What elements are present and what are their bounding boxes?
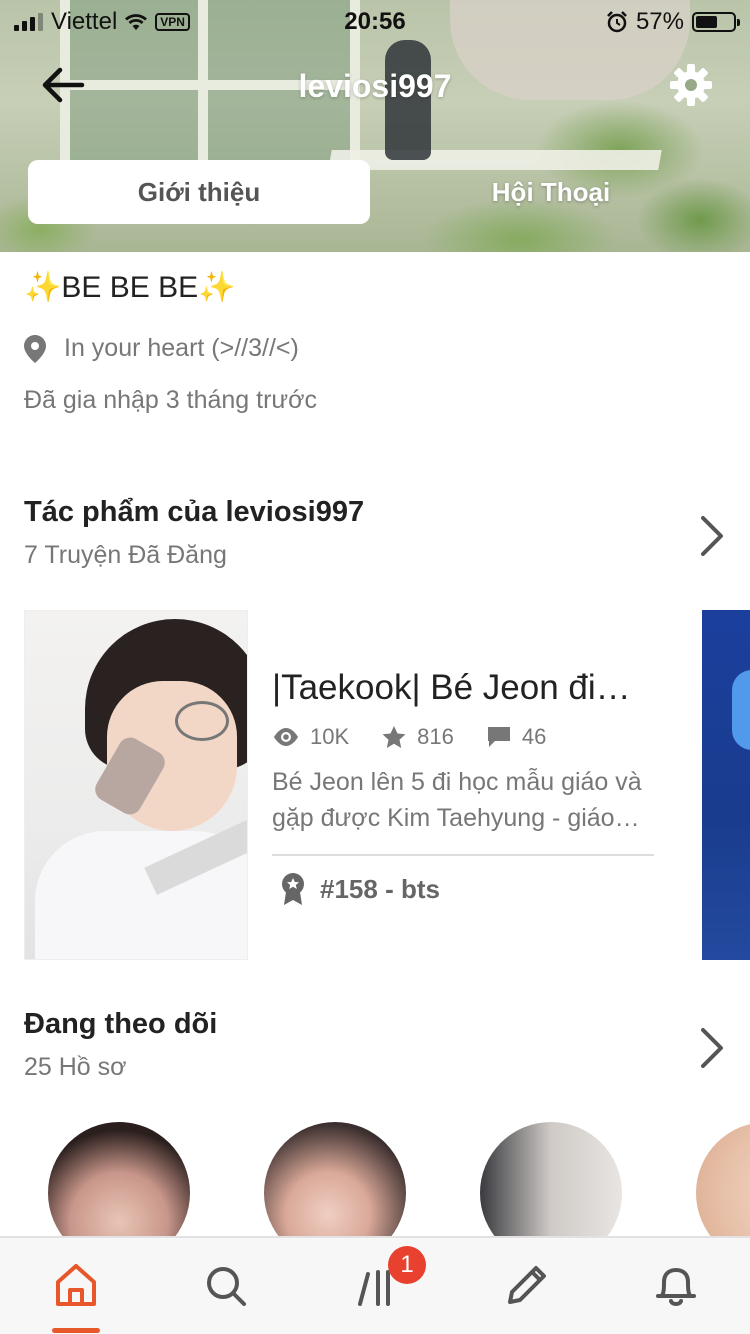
views-count: 10K — [310, 724, 350, 749]
nav-row: leviosi997 — [0, 50, 750, 120]
works-title: Tác phẩm của leviosi997 — [24, 496, 365, 528]
profile-header: Viettel VPN 20:56 57% leviosi997 Giới th… — [0, 0, 750, 252]
comment-icon — [487, 727, 510, 747]
pencil-icon — [508, 1266, 546, 1304]
story-cover[interactable] — [24, 610, 248, 960]
avatar[interactable] — [264, 1122, 406, 1240]
battery-icon — [692, 12, 740, 32]
story-title[interactable]: |Taekook| Bé Jeon đi… — [272, 668, 662, 708]
search-icon — [207, 1267, 246, 1306]
votes-count: 816 — [417, 724, 454, 749]
tab-notifications[interactable] — [646, 1256, 706, 1316]
following-section-header[interactable]: Đang theo dõi 25 Hồ sơ — [24, 1008, 726, 1082]
rank-badge-icon — [282, 873, 304, 905]
active-tab-indicator — [52, 1328, 100, 1333]
page-title: leviosi997 — [298, 68, 452, 104]
following-count: 25 Hồ sơ — [24, 1053, 127, 1081]
following-title: Đang theo dõi — [24, 1008, 218, 1040]
comments-count: 46 — [521, 724, 547, 749]
home-icon — [56, 1264, 96, 1306]
star-icon — [382, 726, 406, 748]
bottom-tab-bar: 1 — [0, 1236, 750, 1334]
tab-about[interactable]: Giới thiệu — [28, 160, 370, 224]
chevron-right-icon[interactable] — [698, 1026, 726, 1070]
chevron-right-icon[interactable] — [698, 514, 726, 558]
following-avatars — [0, 1120, 750, 1240]
profile-location: In your heart (>//3//<) — [24, 334, 299, 363]
tab-search[interactable] — [196, 1256, 256, 1316]
notification-badge: 1 — [388, 1246, 426, 1284]
story-rank: #158 - bts — [280, 872, 440, 906]
profile-tabs: Giới thiệu Hội Thoại — [28, 160, 722, 224]
avatar[interactable] — [696, 1122, 750, 1240]
gear-icon — [670, 64, 712, 106]
alarm-icon — [607, 11, 627, 33]
bell-icon — [656, 1268, 696, 1306]
joined-date: Đã gia nhập 3 tháng trước — [24, 386, 318, 414]
sparkle-icon: ✨ — [198, 271, 236, 304]
eye-icon — [274, 728, 298, 746]
story-description-line: Bé Jeon lên 5 đi học mẫu giáo và — [272, 768, 642, 796]
avatar[interactable] — [480, 1122, 622, 1240]
avatar[interactable] — [48, 1122, 190, 1240]
story-description: Bé Jeon lên 5 đi học mẫu giáo và gặp đượ… — [272, 764, 656, 836]
story-stats: 10K 816 46 — [272, 724, 578, 750]
works-count: 7 Truyện Đã Đăng — [24, 541, 227, 569]
next-story-cover[interactable] — [702, 610, 750, 960]
status-bar: Viettel VPN 20:56 57% — [0, 0, 750, 40]
sparkle-icon: ✨ — [24, 271, 62, 304]
tab-write[interactable] — [496, 1256, 556, 1316]
location-pin-icon — [24, 334, 46, 363]
settings-button[interactable] — [668, 62, 714, 108]
story-divider — [272, 854, 654, 856]
rank-text: #158 - bts — [320, 873, 440, 904]
battery-percent: 57% — [635, 8, 684, 35]
location-text: In your heart (>//3//<) — [64, 334, 299, 362]
tab-home[interactable] — [46, 1256, 106, 1316]
profile-headline: ✨BE BE BE✨ — [24, 270, 235, 305]
works-section-header[interactable]: Tác phẩm của leviosi997 7 Truyện Đã Đăng — [24, 496, 726, 570]
headline-text: BE BE BE — [61, 271, 199, 304]
story-description-line: gặp được Kim Taehyung - giáo… — [272, 804, 640, 832]
tab-conversations[interactable]: Hội Thoại — [380, 160, 722, 224]
